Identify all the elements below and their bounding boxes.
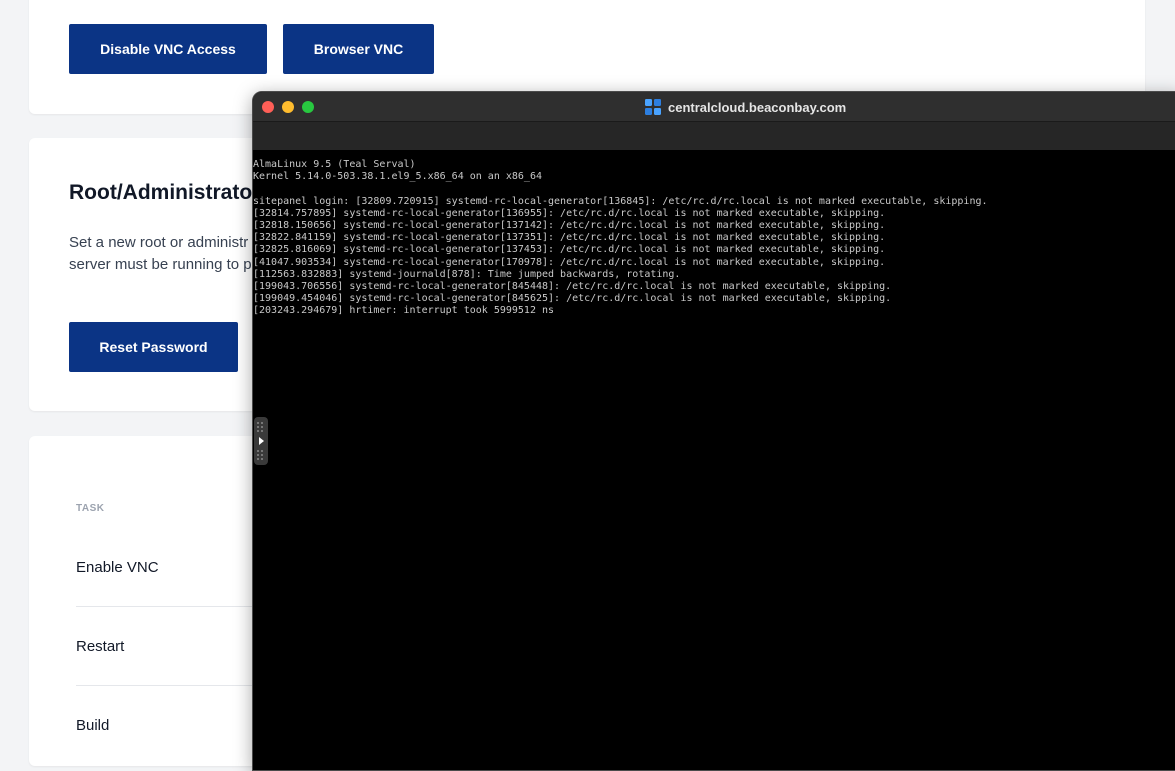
console-line: [32814.757895] systemd-rc-local-generato… [253,207,886,219]
sidebar-handle[interactable] [254,417,268,465]
minimize-window-button[interactable] [282,101,294,113]
expand-arrow-icon [259,437,264,445]
grid-icon [645,99,661,115]
console-line: [32822.841159] systemd-rc-local-generato… [253,232,886,244]
console-line: [112563.832883] systemd-journald[878]: T… [253,268,681,280]
task-label: Build [76,717,110,734]
reset-password-button[interactable]: Reset Password [69,322,238,372]
task-label: Enable VNC [76,559,159,576]
console-line: [32818.150656] systemd-rc-local-generato… [253,220,886,232]
console-line: [32825.816069] systemd-rc-local-generato… [253,244,886,256]
console-line: [203243.294679] hrtimer: interrupt took … [253,305,555,317]
task-label: Restart [76,638,125,655]
window-title: centralcloud.beaconbay.com [645,99,846,115]
vnc-window[interactable]: centralcloud.beaconbay.com AlmaLinux 9.5… [252,91,1175,771]
window-title-text: centralcloud.beaconbay.com [668,99,847,115]
console-line: [41047.903534] systemd-rc-local-generato… [253,256,886,268]
maximize-window-button[interactable] [302,101,314,113]
close-window-button[interactable] [262,101,274,113]
console-line: [199043.706556] systemd-rc-local-generat… [253,281,892,293]
disable-vnc-button[interactable]: Disable VNC Access [69,24,267,74]
console-line: sitepanel login: [32809.720915] systemd-… [253,195,988,207]
console-line: AlmaLinux 9.5 (Teal Serval) [253,159,416,170]
console-line: Kernel 5.14.0-503.38.1.el9_5.x86_64 on a… [253,171,542,183]
console-output[interactable]: AlmaLinux 9.5 (Teal Serval) Kernel 5.14.0… [253,159,988,318]
drag-dots-icon [257,450,265,460]
root-password-title: Root/Administrato [69,181,253,204]
window-titlebar[interactable]: centralcloud.beaconbay.com [253,92,1175,122]
task-column-header: TASK [76,503,105,514]
console-line: [199049.454046] systemd-rc-local-generat… [253,293,892,305]
browser-vnc-button[interactable]: Browser VNC [283,24,434,74]
drag-dots-icon [257,422,265,432]
vnc-toolbar [253,122,1175,150]
